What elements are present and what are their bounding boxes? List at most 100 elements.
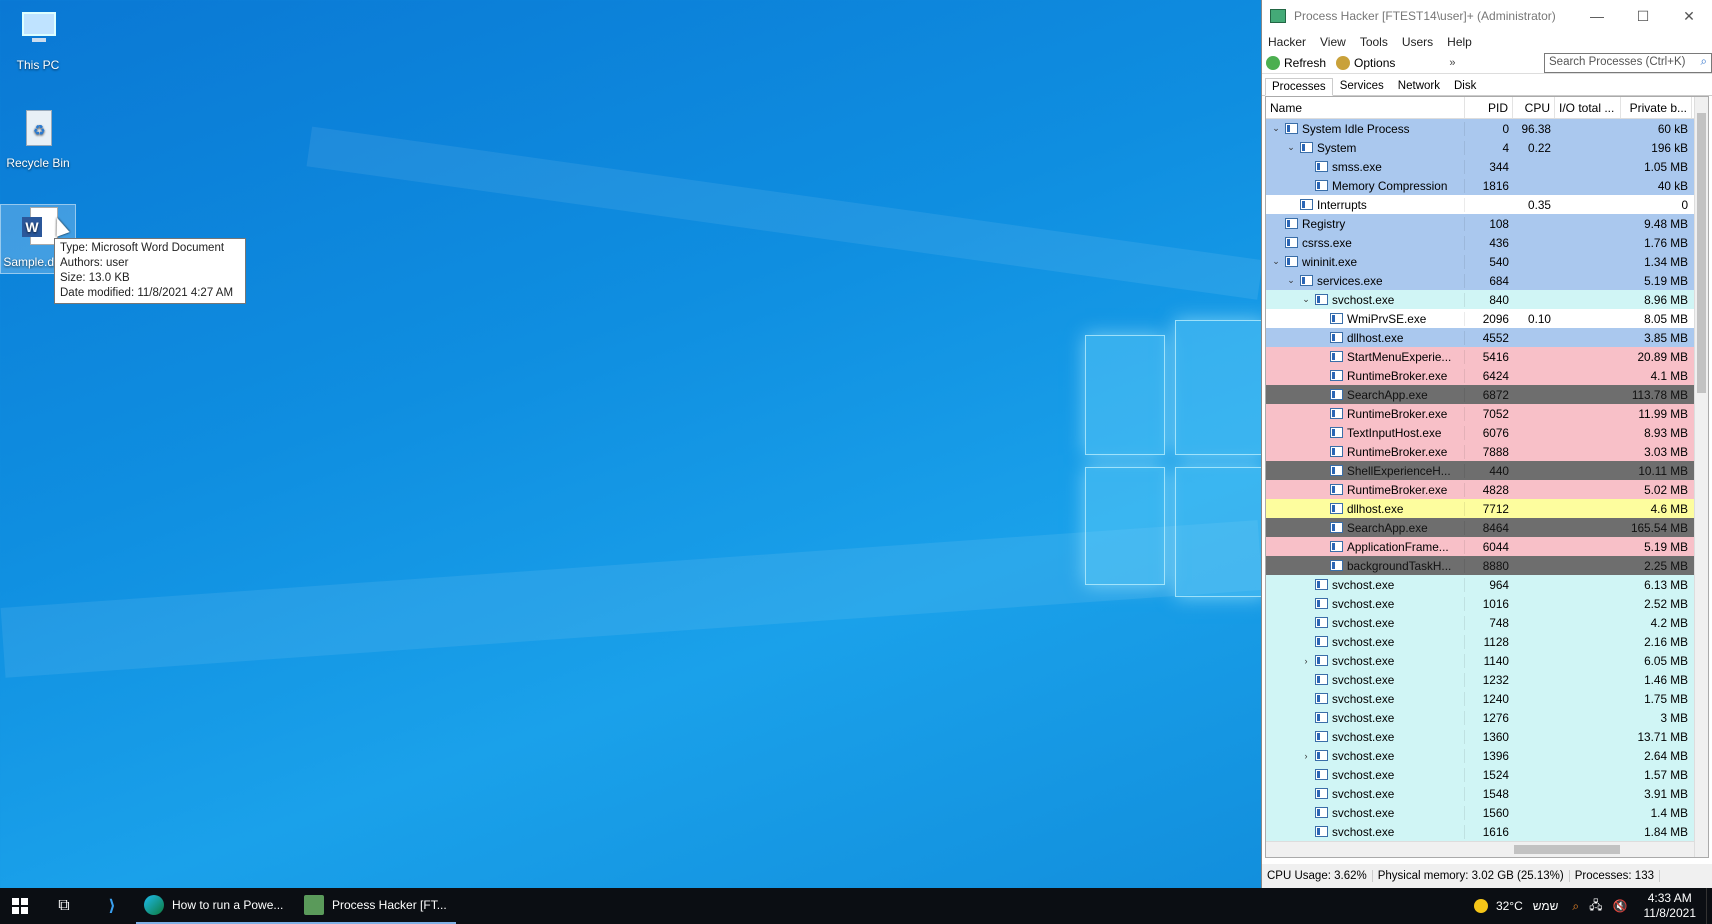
header-cpu[interactable]: CPU — [1513, 97, 1555, 118]
process-row[interactable]: › svchost.exe 1140 6.05 MB — [1266, 651, 1694, 670]
process-row[interactable]: svchost.exe 1240 1.75 MB — [1266, 689, 1694, 708]
header-name[interactable]: Name — [1266, 97, 1465, 118]
tab-disk[interactable]: Disk — [1447, 77, 1483, 95]
header-pid[interactable]: PID — [1465, 97, 1513, 118]
process-row[interactable]: ShellExperienceH... 440 10.11 MB — [1266, 461, 1694, 480]
menu-tools[interactable]: Tools — [1360, 35, 1388, 49]
process-private-bytes: 1.75 MB — [1644, 691, 1688, 706]
options-button[interactable]: Options — [1336, 55, 1395, 70]
process-tree[interactable]: Name PID CPU I/O total ... Private b... … — [1265, 96, 1709, 858]
header-io-total[interactable]: I/O total ... — [1555, 97, 1621, 118]
process-name: Memory Compression — [1332, 178, 1448, 193]
process-row[interactable]: Interrupts 0.35 0 — [1266, 195, 1694, 214]
process-name: svchost.exe — [1332, 729, 1395, 744]
status-process-count: Processes: 133 — [1570, 870, 1660, 882]
process-row[interactable]: StartMenuExperie... 5416 20.89 MB — [1266, 347, 1694, 366]
process-row[interactable]: SearchApp.exe 8464 165.54 MB — [1266, 518, 1694, 537]
weather-temperature[interactable]: 32°C — [1496, 899, 1523, 913]
maximize-button[interactable]: ☐ — [1620, 0, 1666, 32]
process-row[interactable]: svchost.exe 1360 13.71 MB — [1266, 727, 1694, 746]
expand-toggle-icon[interactable]: ⌄ — [1300, 294, 1312, 305]
minimize-button[interactable]: — — [1574, 0, 1620, 32]
menu-hacker[interactable]: Hacker — [1268, 35, 1306, 49]
process-row[interactable]: ⌄ System Idle Process 0 96.38 60 kB — [1266, 119, 1694, 138]
process-icon — [1330, 351, 1343, 362]
process-row[interactable]: RuntimeBroker.exe 6424 4.1 MB — [1266, 366, 1694, 385]
clock[interactable]: 4:33 AM 11/8/2021 — [1634, 891, 1707, 921]
process-name: svchost.exe — [1332, 653, 1395, 668]
menu-view[interactable]: View — [1320, 35, 1346, 49]
process-name: ShellExperienceH... — [1347, 463, 1451, 478]
process-row[interactable]: smss.exe 344 1.05 MB — [1266, 157, 1694, 176]
expand-toggle-icon[interactable]: ⌄ — [1270, 123, 1282, 134]
tab-processes[interactable]: Processes — [1265, 78, 1333, 96]
desktop-icon-recycle-bin[interactable]: ♻ Recycle Bin — [0, 106, 76, 170]
process-name: svchost.exe — [1332, 691, 1395, 706]
process-row[interactable]: ⌄ services.exe 684 5.19 MB — [1266, 271, 1694, 290]
process-row[interactable]: ⌄ System 4 0.22 196 kB — [1266, 138, 1694, 157]
expand-toggle-icon[interactable]: › — [1300, 751, 1312, 761]
process-row[interactable]: WmiPrvSE.exe 2096 0.10 8.05 MB — [1266, 309, 1694, 328]
process-row[interactable]: ⌄ svchost.exe 840 8.96 MB — [1266, 290, 1694, 309]
taskbar-app-edge[interactable]: How to run a Powe... — [136, 888, 296, 924]
title-bar[interactable]: Process Hacker [FTEST14\user]+ (Administ… — [1262, 0, 1712, 32]
expand-toggle-icon[interactable]: ⌄ — [1270, 256, 1282, 267]
process-row[interactable]: svchost.exe 1548 3.91 MB — [1266, 784, 1694, 803]
weather-location[interactable]: שמש — [1533, 899, 1559, 913]
process-row[interactable]: svchost.exe 964 6.13 MB — [1266, 575, 1694, 594]
process-row[interactable]: svchost.exe 1232 1.46 MB — [1266, 670, 1694, 689]
process-row[interactable]: svchost.exe 1276 3 MB — [1266, 708, 1694, 727]
process-row[interactable]: svchost.exe 1560 1.4 MB — [1266, 803, 1694, 822]
process-row[interactable]: RuntimeBroker.exe 4828 5.02 MB — [1266, 480, 1694, 499]
process-row[interactable]: ⌄ wininit.exe 540 1.34 MB — [1266, 252, 1694, 271]
desktop-icon-this-pc[interactable]: This PC — [0, 8, 76, 72]
process-row[interactable]: svchost.exe 1524 1.57 MB — [1266, 765, 1694, 784]
process-private-bytes: 2.64 MB — [1644, 748, 1688, 763]
process-row[interactable]: › svchost.exe 1396 2.64 MB — [1266, 746, 1694, 765]
process-row[interactable]: Registry 108 9.48 MB — [1266, 214, 1694, 233]
process-row[interactable]: RuntimeBroker.exe 7052 11.99 MB — [1266, 404, 1694, 423]
process-row[interactable]: dllhost.exe 4552 3.85 MB — [1266, 328, 1694, 347]
search-icon[interactable]: ⌕ — [1572, 899, 1579, 914]
process-row[interactable]: TextInputHost.exe 6076 8.93 MB — [1266, 423, 1694, 442]
volume-muted-icon[interactable]: 🔇 — [1613, 899, 1628, 913]
process-row[interactable]: dllhost.exe 7712 4.6 MB — [1266, 499, 1694, 518]
vscode-button[interactable]: ⟩ — [88, 888, 136, 924]
process-name: Interrupts — [1317, 197, 1367, 212]
process-row[interactable]: backgroundTaskH... 8880 2.25 MB — [1266, 556, 1694, 575]
process-row[interactable]: csrss.exe 436 1.76 MB — [1266, 233, 1694, 252]
network-icon[interactable]: 🖧 — [1589, 896, 1602, 917]
start-button[interactable] — [0, 888, 40, 924]
close-button[interactable]: ✕ — [1666, 0, 1712, 32]
show-desktop-button[interactable] — [1706, 888, 1712, 924]
tooltip-type: Type: Microsoft Word Document — [60, 242, 225, 254]
this-pc-icon — [14, 8, 62, 54]
process-row[interactable]: ApplicationFrame... 6044 5.19 MB — [1266, 537, 1694, 556]
process-row[interactable]: svchost.exe 1128 2.16 MB — [1266, 632, 1694, 651]
process-icon — [1315, 617, 1328, 628]
search-input[interactable]: Search Processes (Ctrl+K) ⌕ — [1544, 52, 1712, 73]
process-row[interactable]: Memory Compression 1816 40 kB — [1266, 176, 1694, 195]
chevron-right-icon[interactable]: » — [1449, 57, 1455, 69]
refresh-button[interactable]: Refresh — [1266, 55, 1326, 70]
process-name: smss.exe — [1332, 159, 1382, 174]
header-private-bytes[interactable]: Private b... — [1621, 97, 1692, 118]
menu-users[interactable]: Users — [1402, 35, 1433, 49]
vertical-scrollbar[interactable] — [1694, 97, 1708, 857]
process-row[interactable]: svchost.exe 1016 2.52 MB — [1266, 594, 1694, 613]
process-private-bytes: 10.11 MB — [1638, 463, 1688, 478]
task-view-button[interactable]: ⧉ — [40, 888, 88, 924]
process-row[interactable]: RuntimeBroker.exe 7888 3.03 MB — [1266, 442, 1694, 461]
clock-date: 11/8/2021 — [1643, 906, 1697, 920]
process-row[interactable]: SearchApp.exe 6872 113.78 MB — [1266, 385, 1694, 404]
menu-help[interactable]: Help — [1447, 35, 1472, 49]
expand-toggle-icon[interactable]: ⌄ — [1285, 142, 1297, 153]
process-row[interactable]: svchost.exe 1616 1.84 MB — [1266, 822, 1694, 841]
tab-services[interactable]: Services — [1333, 77, 1391, 95]
taskbar-app-process-hacker[interactable]: Process Hacker [FT... — [296, 888, 456, 924]
expand-toggle-icon[interactable]: ⌄ — [1285, 275, 1297, 286]
process-row[interactable]: svchost.exe 748 4.2 MB — [1266, 613, 1694, 632]
horizontal-scrollbar[interactable] — [1266, 841, 1694, 857]
expand-toggle-icon[interactable]: › — [1300, 656, 1312, 666]
tab-network[interactable]: Network — [1391, 77, 1447, 95]
